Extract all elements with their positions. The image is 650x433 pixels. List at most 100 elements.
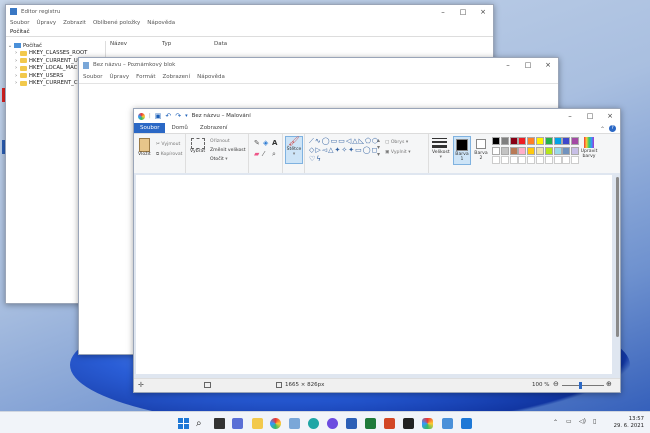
palette-color-swatch[interactable] [562, 146, 571, 155]
palette-color-swatch[interactable] [509, 146, 518, 155]
tree-item-hkcr[interactable]: › HKEY_CLASSES_ROOT [6, 50, 105, 58]
column-data[interactable]: Data [214, 41, 227, 47]
paste-button[interactable]: Vložit [138, 138, 151, 157]
chevron-right-icon[interactable]: › [12, 65, 20, 71]
network-icon[interactable]: ▭ [566, 418, 572, 425]
menu-edit[interactable]: Úpravy [109, 74, 129, 80]
custom-color-swatch[interactable] [518, 156, 527, 164]
palette-color-swatch[interactable] [500, 137, 509, 145]
custom-color-swatch[interactable] [492, 156, 500, 164]
fill-icon[interactable]: ◈ [263, 139, 268, 147]
custom-color-swatch[interactable] [544, 156, 553, 164]
chevron-right-icon[interactable]: › [12, 58, 20, 64]
edit-colors-button[interactable]: Upravit barvy [580, 137, 598, 159]
menu-help[interactable]: Nápověda [147, 20, 175, 26]
custom-color-swatch[interactable] [527, 156, 536, 164]
palette-color-swatch[interactable] [571, 137, 580, 145]
clock[interactable]: 13:57 29. 6. 2021 [614, 416, 644, 430]
fill-button[interactable]: ▣ Vyplnit ▾ [385, 148, 411, 155]
notepad-taskbar-icon[interactable] [289, 418, 300, 429]
palette-color-swatch[interactable] [544, 146, 553, 155]
chrome-icon[interactable] [270, 418, 281, 429]
shapes-gallery[interactable]: ⟋∿◯▭▭◁△◺⬠⬡ ◇▷◅△✦✧✦▭◯◻ ♡ϟ [309, 137, 378, 164]
store-icon[interactable] [461, 418, 472, 429]
text-icon[interactable]: A [272, 139, 277, 147]
close-button[interactable]: × [538, 61, 558, 69]
crop-button[interactable]: Oříznout [210, 137, 230, 144]
menu-edit[interactable]: Úpravy [36, 20, 56, 26]
cut-button[interactable]: ✂ Vyjmout [156, 140, 180, 147]
customize-quick-access-icon[interactable]: ▾ [185, 113, 188, 119]
color-picker-icon[interactable]: ⁄ [263, 150, 264, 158]
rotate-button[interactable]: Otočit ▾ [210, 155, 228, 162]
chevron-right-icon[interactable]: › [12, 80, 20, 86]
redo-icon[interactable]: ↷ [175, 112, 181, 120]
excel-icon[interactable] [365, 418, 376, 429]
calculator-icon[interactable] [442, 418, 453, 429]
palette-color-swatch[interactable] [527, 146, 536, 155]
menu-view[interactable]: Zobrazit [63, 20, 86, 26]
custom-color-swatch[interactable] [571, 156, 580, 164]
zoom-slider[interactable] [562, 385, 604, 386]
paint-taskbar-icon[interactable] [422, 418, 433, 429]
magnifier-icon[interactable]: ⌕ [272, 150, 276, 159]
palette-color-swatch[interactable] [509, 137, 518, 145]
custom-color-swatch[interactable] [500, 156, 509, 164]
search-icon[interactable]: ⌕ [196, 418, 207, 429]
chevron-up-icon[interactable]: ⌃ [553, 419, 558, 426]
shapes-scroll-icon[interactable]: ▴ ▾ ▾ [377, 137, 380, 158]
menu-file[interactable]: Soubor [10, 20, 29, 26]
palette-color-swatch[interactable] [536, 137, 544, 145]
chevron-right-icon[interactable]: › [12, 50, 20, 56]
close-button[interactable]: × [600, 112, 620, 120]
maximize-button[interactable]: □ [580, 112, 600, 120]
chevron-down-icon[interactable]: ⌄ [6, 43, 14, 49]
palette-color-swatch[interactable] [571, 146, 580, 155]
help-icon[interactable]: ? [609, 125, 616, 132]
custom-color-swatch[interactable] [562, 156, 571, 164]
vertical-scrollbar[interactable] [616, 177, 619, 337]
save-icon[interactable]: ▣ [155, 112, 162, 120]
column-type[interactable]: Typ [162, 41, 214, 47]
zoom-slider-thumb[interactable] [579, 382, 582, 389]
edge-icon[interactable] [308, 418, 319, 429]
registry-address-bar[interactable]: Počítač [6, 28, 493, 37]
palette-color-swatch[interactable] [562, 137, 571, 145]
tree-item-computer[interactable]: ⌄ Počítač [6, 42, 105, 50]
menu-view[interactable]: Zobrazení [163, 74, 191, 80]
maximize-button[interactable]: □ [518, 61, 538, 69]
minimize-button[interactable]: – [433, 8, 453, 16]
color1-button[interactable]: Barva 1 [453, 136, 471, 165]
column-name[interactable]: Název [110, 41, 162, 47]
custom-color-swatch[interactable] [553, 156, 562, 164]
palette-color-swatch[interactable] [518, 137, 527, 145]
file-explorer-icon[interactable] [252, 418, 263, 429]
color2-button[interactable]: Barva 2 [473, 136, 489, 165]
drawing-canvas[interactable] [136, 175, 612, 374]
palette-color-swatch[interactable] [518, 146, 527, 155]
terminal-icon[interactable] [403, 418, 414, 429]
tab-file[interactable]: Soubor [134, 123, 166, 133]
task-view-icon[interactable] [214, 418, 225, 429]
powerpoint-icon[interactable] [384, 418, 395, 429]
custom-color-swatch[interactable] [509, 156, 518, 164]
zoom-out-icon[interactable]: ⊖ [553, 380, 559, 388]
palette-color-swatch[interactable] [492, 137, 500, 145]
zoom-in-icon[interactable]: ⊕ [606, 380, 612, 388]
palette-color-swatch[interactable] [553, 146, 562, 155]
volume-icon[interactable]: ◁) [579, 418, 586, 425]
menu-favorites[interactable]: Oblíbené položky [93, 20, 140, 26]
eraser-icon[interactable]: ▰ [254, 150, 259, 158]
maximize-button[interactable]: □ [453, 8, 473, 16]
menu-format[interactable]: Formát [136, 74, 155, 80]
chevron-right-icon[interactable]: › [12, 73, 20, 79]
pencil-icon[interactable]: ✎ [254, 139, 260, 147]
palette-color-swatch[interactable] [544, 137, 553, 145]
widgets-icon[interactable] [232, 418, 243, 429]
minimize-button[interactable]: – [560, 112, 580, 120]
start-button[interactable] [178, 418, 189, 429]
undo-icon[interactable]: ↶ [165, 112, 171, 120]
battery-icon[interactable]: ▯ [593, 418, 596, 425]
custom-color-swatch[interactable] [536, 156, 544, 164]
palette-color-swatch[interactable] [527, 137, 536, 145]
